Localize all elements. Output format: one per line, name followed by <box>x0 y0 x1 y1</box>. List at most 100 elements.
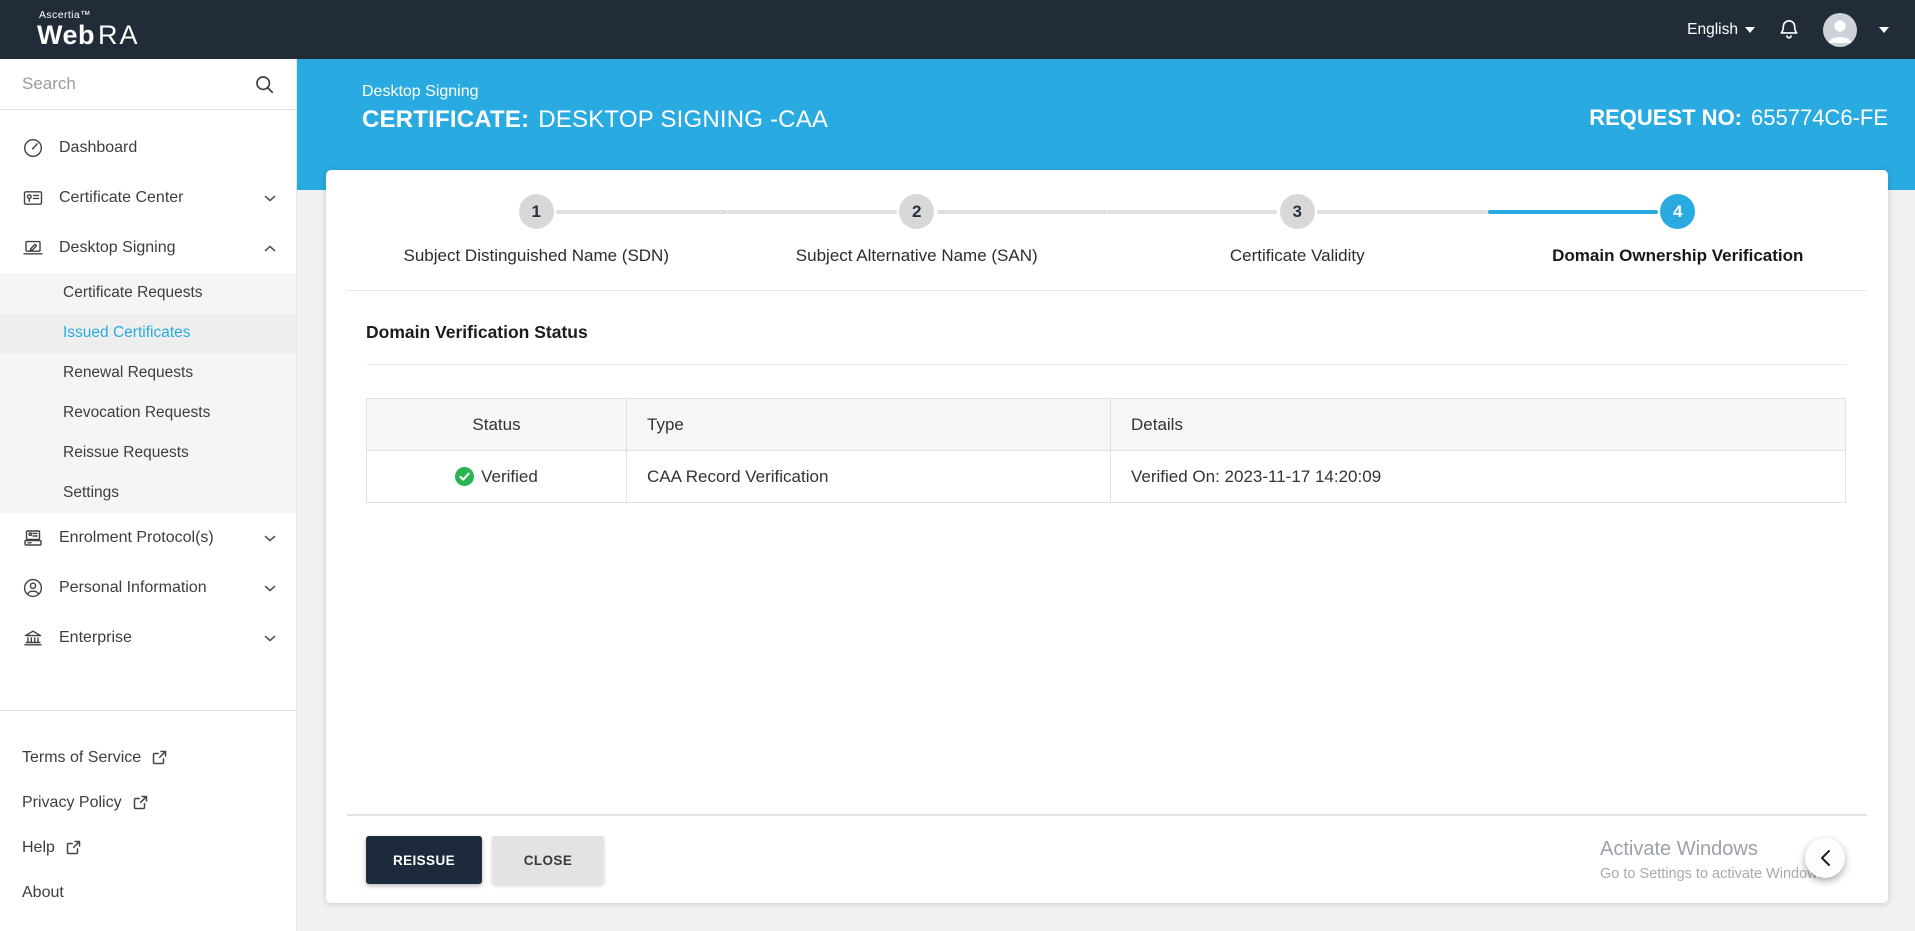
sidebar-item-enrolment-protocols[interactable]: Enrolment Protocol(s) <box>0 513 296 563</box>
sidebar-item-label: Enterprise <box>59 629 132 646</box>
search-icon[interactable] <box>255 75 274 94</box>
sidebar-item-label: Enrolment Protocol(s) <box>59 529 214 546</box>
footer-link-label: Terms of Service <box>22 748 142 766</box>
page-title-prefix: CERTIFICATE: <box>362 106 530 133</box>
notifications-bell-icon[interactable] <box>1777 18 1801 42</box>
request-number-value: 655774C6-FE <box>1751 105 1888 130</box>
sidebar-item-revocation-requests[interactable]: Revocation Requests <box>0 393 296 433</box>
table-header-row: Status Type Details <box>367 399 1845 450</box>
page-title: CERTIFICATE: DESKTOP SIGNING -CAA <box>362 106 828 134</box>
sidebar-item-dashboard[interactable]: Dashboard <box>0 123 296 173</box>
page-header-titles: Desktop Signing CERTIFICATE: DESKTOP SIGN… <box>362 83 828 134</box>
step-4-circle[interactable]: 4 <box>1660 194 1696 229</box>
sidebar-item-personal-information[interactable]: Personal Information <box>0 563 296 613</box>
chevron-down-icon <box>264 535 276 542</box>
submenu-label: Settings <box>63 484 120 501</box>
help-link[interactable]: Help <box>22 825 296 870</box>
sidebar-item-label: Desktop Signing <box>59 239 176 256</box>
sidebar-nav: Dashboard Certificate Center Desktop Sig… <box>0 110 296 663</box>
actions-divider <box>347 814 1867 816</box>
sidebar-item-enterprise[interactable]: Enterprise <box>0 613 296 663</box>
user-menu-caret-icon[interactable] <box>1879 26 1889 33</box>
brand-ascertia: Ascertia™ <box>39 8 92 21</box>
certificate-icon <box>23 191 43 205</box>
brand-webra: Web RA <box>37 22 140 49</box>
footer-link-label: About <box>22 883 64 901</box>
check-circle-icon <box>455 467 475 486</box>
footer-link-label: Privacy Policy <box>22 793 122 811</box>
chevron-down-icon <box>264 635 276 642</box>
brand-web: Web <box>37 20 96 51</box>
language-selector[interactable]: English <box>1687 21 1755 39</box>
submenu-label: Issued Certificates <box>63 324 191 341</box>
submenu-label: Reissue Requests <box>63 444 189 461</box>
desktop-signing-icon <box>23 240 43 255</box>
enrolment-protocol-icon <box>24 530 42 546</box>
terms-of-service-link[interactable]: Terms of Service <box>22 735 296 780</box>
step-3-circle[interactable]: 3 <box>1279 194 1315 229</box>
step-2-circle[interactable]: 2 <box>899 194 935 229</box>
chevron-up-icon <box>264 244 276 251</box>
section-divider <box>366 364 1846 365</box>
privacy-policy-link[interactable]: Privacy Policy <box>22 780 296 825</box>
sidebar-item-desktop-signing[interactable]: Desktop Signing <box>0 223 296 273</box>
sidebar-item-reissue-requests[interactable]: Reissue Requests <box>0 433 296 473</box>
step-3-label: Certificate Validity <box>1229 246 1365 265</box>
sidebar-item-settings[interactable]: Settings <box>0 473 296 513</box>
step-2-label: Subject Alternative Name (SAN) <box>795 246 1038 265</box>
step-4-domain-verification: 4 Domain Ownership Verification <box>1487 194 1869 266</box>
chevron-left-icon <box>1821 850 1830 866</box>
stepper-divider <box>347 290 1867 291</box>
dashboard-icon <box>23 138 43 158</box>
step-1-sdn: 1 Subject Distinguished Name (SDN) <box>346 194 727 266</box>
column-header-type: Type <box>626 399 1110 450</box>
step-1-label: Subject Distinguished Name (SDN) <box>403 246 670 265</box>
desktop-signing-submenu: Certificate Requests Issued Certificates… <box>0 273 296 513</box>
close-button[interactable]: CLOSE <box>492 836 604 884</box>
caret-down-icon <box>1745 26 1755 33</box>
search-input[interactable] <box>22 74 255 94</box>
brand-logo[interactable]: Ascertia™ Web RA <box>37 10 140 50</box>
user-avatar[interactable] <box>1823 12 1857 47</box>
step-4-label: Domain Ownership Verification <box>1552 246 1804 265</box>
person-silhouette-icon <box>1828 19 1852 43</box>
page-title-value: DESKTOP SIGNING -CAA <box>538 106 829 133</box>
sidebar-item-renewal-requests[interactable]: Renewal Requests <box>0 353 296 393</box>
chevron-down-icon <box>264 195 276 202</box>
sidebar-item-certificate-requests[interactable]: Certificate Requests <box>0 273 296 313</box>
sidebar-search <box>0 59 296 110</box>
footer-link-label: Help <box>22 838 55 856</box>
certificate-detail-card: 1 Subject Distinguished Name (SDN) 2 Sub… <box>326 170 1888 903</box>
status-badge: Verified <box>455 467 538 487</box>
sidebar-item-certificate-center[interactable]: Certificate Center <box>0 173 296 223</box>
reissue-button[interactable]: REISSUE <box>366 836 482 884</box>
external-link-icon <box>66 840 81 855</box>
table-row: Verified CAA Record Verification Verifie… <box>367 450 1845 502</box>
language-label: English <box>1687 20 1738 38</box>
type-cell: CAA Record Verification <box>626 451 1110 502</box>
sidebar-item-label: Personal Information <box>59 579 207 596</box>
brand-ra: RA <box>98 20 140 51</box>
step-2-san: 2 Subject Alternative Name (SAN) <box>726 194 1108 266</box>
submenu-label: Revocation Requests <box>63 404 211 421</box>
card-actions: REISSUE CLOSE <box>366 836 604 884</box>
status-text: Verified <box>481 466 538 486</box>
collapse-panel-button[interactable] <box>1805 838 1845 878</box>
wizard-stepper: 1 Subject Distinguished Name (SDN) 2 Sub… <box>326 170 1888 266</box>
section-title: Domain Verification Status <box>366 322 588 342</box>
about-link[interactable]: About <box>22 870 296 915</box>
external-link-icon <box>133 795 147 810</box>
sidebar-footer: Terms of Service Privacy Policy Help Abo… <box>0 710 296 915</box>
step-3-validity: 3 Certificate Validity <box>1107 194 1488 266</box>
domain-verification-table: Status Type Details Verified CAA Record … <box>366 398 1846 503</box>
request-number-label: REQUEST NO: <box>1589 105 1743 130</box>
request-number: REQUEST NO: 655774C6-FE <box>1589 105 1888 131</box>
column-header-status: Status <box>472 414 521 434</box>
sidebar-item-label: Certificate Center <box>59 189 184 206</box>
person-icon <box>23 578 43 598</box>
sidebar-item-issued-certificates[interactable]: Issued Certificates <box>0 313 296 353</box>
sidebar: Dashboard Certificate Center Desktop Sig… <box>0 59 297 931</box>
submenu-label: Renewal Requests <box>63 364 194 381</box>
step-1-circle[interactable]: 1 <box>518 194 554 229</box>
status-cell: Verified <box>367 451 626 502</box>
